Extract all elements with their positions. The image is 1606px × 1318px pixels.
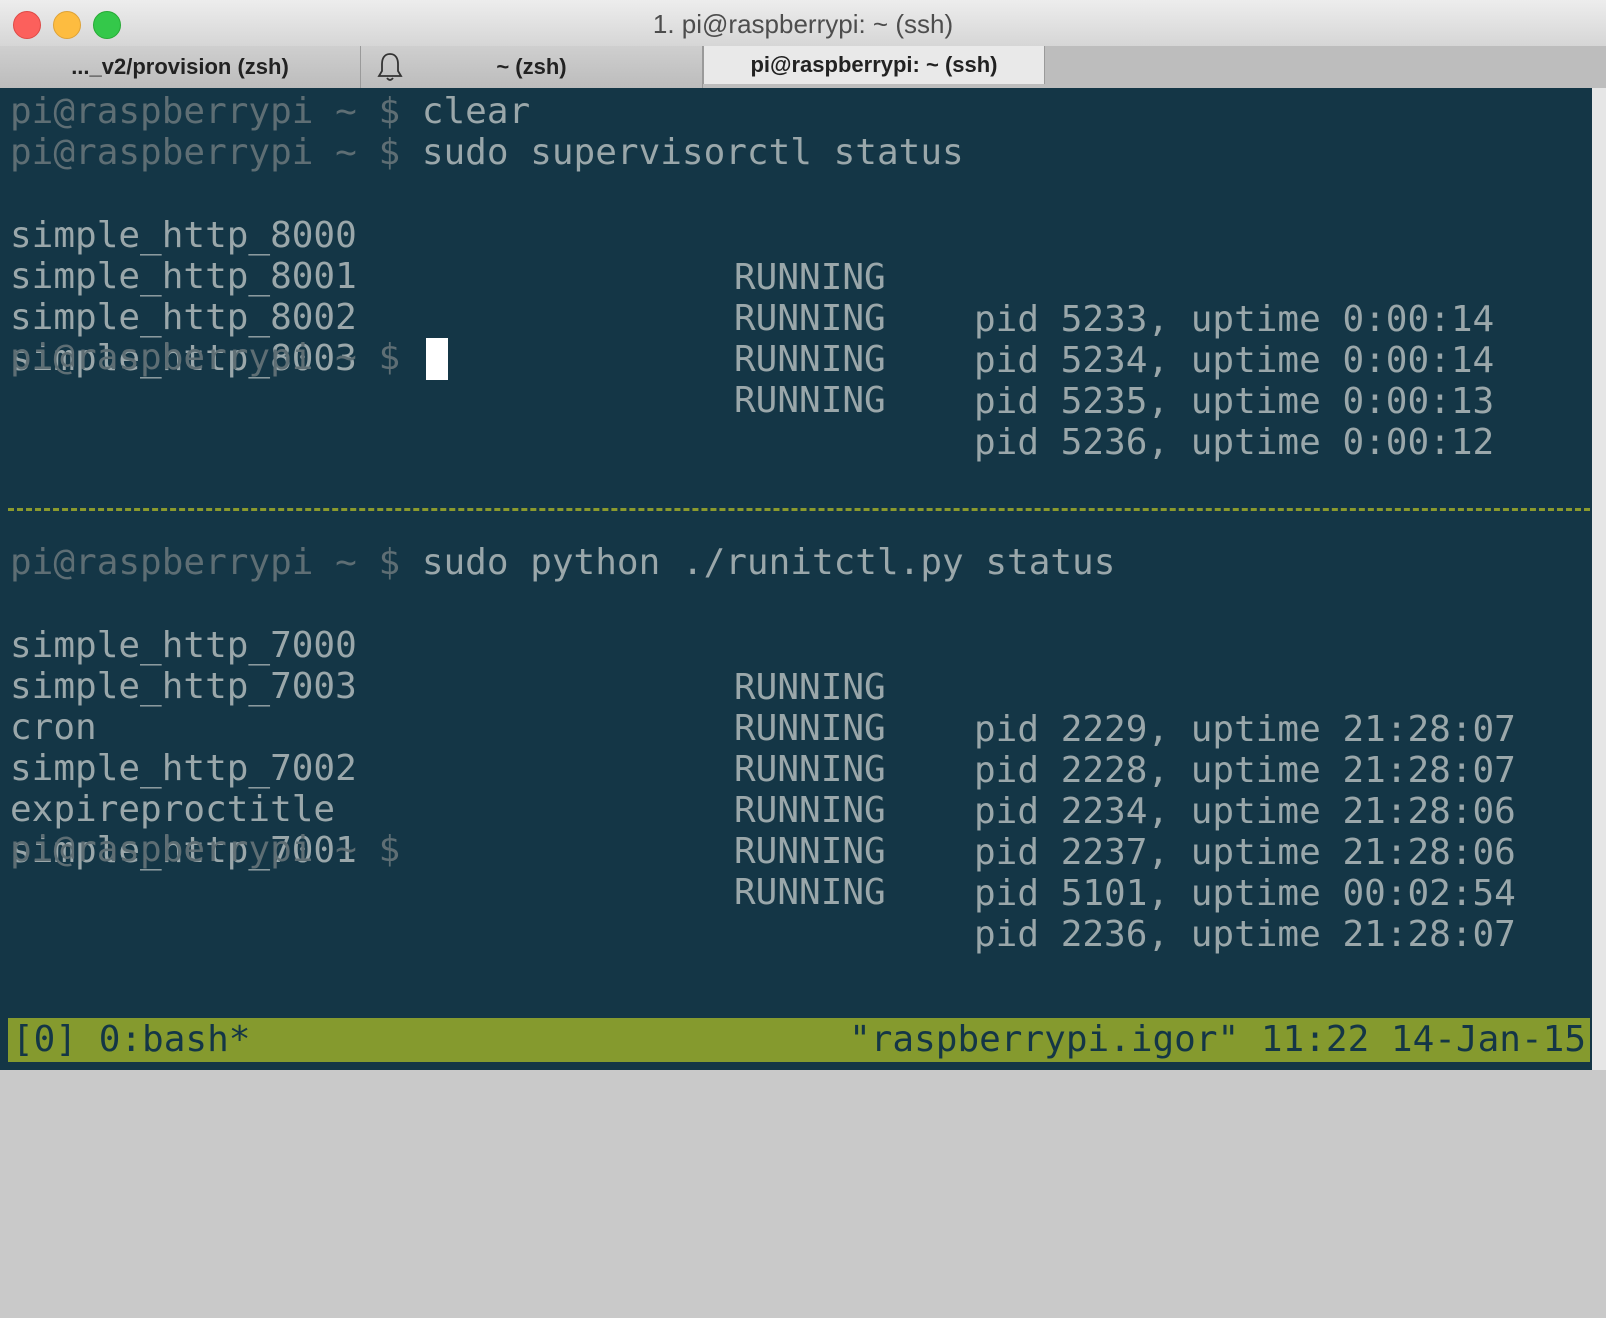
status-row: simple_http_7002 RUNNING pid 2237, uptim… — [0, 706, 1590, 873]
tab-label: ~ (zsh) — [496, 54, 567, 79]
window-edge — [1592, 88, 1606, 1070]
service-state: RUNNING — [734, 872, 886, 913]
shell-prompt: pi@raspberrypi ~ $ — [10, 91, 401, 132]
service-state: RUNNING — [734, 831, 886, 872]
command-text: sudo python ./runitctl.py status — [421, 542, 1116, 583]
terminal-line: pi@raspberrypi ~ $ — [10, 829, 400, 871]
terminal-area[interactable]: pi@raspberrypi ~ $ clear pi@raspberrypi … — [0, 88, 1606, 1070]
service-state: RUNNING — [734, 380, 886, 421]
status-row: simple_http_8000 RUNNING pid 5233, uptim… — [0, 173, 1590, 340]
service-info: pid 2236, uptime 21:28:07 — [974, 914, 1516, 955]
tab-zsh[interactable]: ~ (zsh) — [361, 46, 703, 88]
command-text: clear — [421, 91, 531, 132]
status-window-list[interactable]: [0] 0:bash* — [12, 1018, 250, 1062]
tab-ssh[interactable]: pi@raspberrypi: ~ (ssh) — [703, 46, 1045, 84]
command-text: sudo supervisorctl status — [421, 132, 964, 173]
service-state: RUNNING — [734, 339, 886, 380]
status-row: simple_http_7000 RUNNING pid 2229, uptim… — [0, 583, 1590, 750]
terminal-window: 1. pi@raspberrypi: ~ (ssh) ..._v2/provis… — [0, 0, 1606, 1070]
pane-divider[interactable] — [8, 508, 1590, 511]
service-info: pid 5234, uptime 0:00:14 — [974, 340, 1495, 381]
tab-label: ..._v2/provision (zsh) — [71, 54, 289, 79]
shell-prompt: pi@raspberrypi ~ $ — [10, 829, 401, 870]
window-title: 1. pi@raspberrypi: ~ (ssh) — [652, 9, 954, 39]
terminal-line: pi@raspberrypi ~ $ sudo python ./runitct… — [10, 542, 1115, 584]
bell-icon — [377, 53, 403, 81]
service-info: pid 5235, uptime 0:00:13 — [974, 381, 1495, 422]
terminal-line: pi@raspberrypi ~ $ clear — [10, 91, 530, 133]
status-row: cron RUNNING pid 2234, uptime 21:28:06 — [0, 665, 1590, 832]
tab-label: pi@raspberrypi: ~ (ssh) — [750, 52, 998, 77]
status-row: simple_http_7003 RUNNING pid 2228, uptim… — [0, 624, 1590, 791]
status-row: simple_http_8002 RUNNING pid 5235, uptim… — [0, 255, 1590, 422]
terminal-line: pi@raspberrypi ~ $ sudo supervisorctl st… — [10, 132, 964, 174]
terminal-line: pi@raspberrypi ~ $ — [10, 337, 400, 379]
status-row: simple_http_8001 RUNNING pid 5234, uptim… — [0, 214, 1590, 381]
tmux-status-bar: [0] 0:bash* "raspberrypi.igor" 11:22 14-… — [8, 1018, 1590, 1062]
shell-prompt: pi@raspberrypi ~ $ — [10, 337, 401, 378]
tab-bar: ..._v2/provision (zsh) ~ (zsh) pi@raspbe… — [0, 46, 1606, 89]
shell-prompt: pi@raspberrypi ~ $ — [10, 132, 401, 173]
status-row: expireproctitle RUNNING pid 5101, uptime… — [0, 747, 1590, 914]
status-row: simple_http_8003 RUNNING pid 5236, uptim… — [0, 296, 1590, 463]
status-host-clock: "raspberrypi.igor" 11:22 14-Jan-15 — [849, 1019, 1586, 1060]
shell-prompt: pi@raspberrypi ~ $ — [10, 542, 401, 583]
service-info: pid 5101, uptime 00:02:54 — [974, 873, 1516, 914]
tab-provision[interactable]: ..._v2/provision (zsh) — [0, 46, 361, 88]
status-row: simple_http_7001 RUNNING pid 2236, uptim… — [0, 788, 1590, 955]
title-bar: 1. pi@raspberrypi: ~ (ssh) — [0, 0, 1606, 47]
service-info: pid 2237, uptime 21:28:06 — [974, 832, 1516, 873]
service-info: pid 5236, uptime 0:00:12 — [974, 422, 1495, 463]
text-cursor — [426, 338, 448, 380]
